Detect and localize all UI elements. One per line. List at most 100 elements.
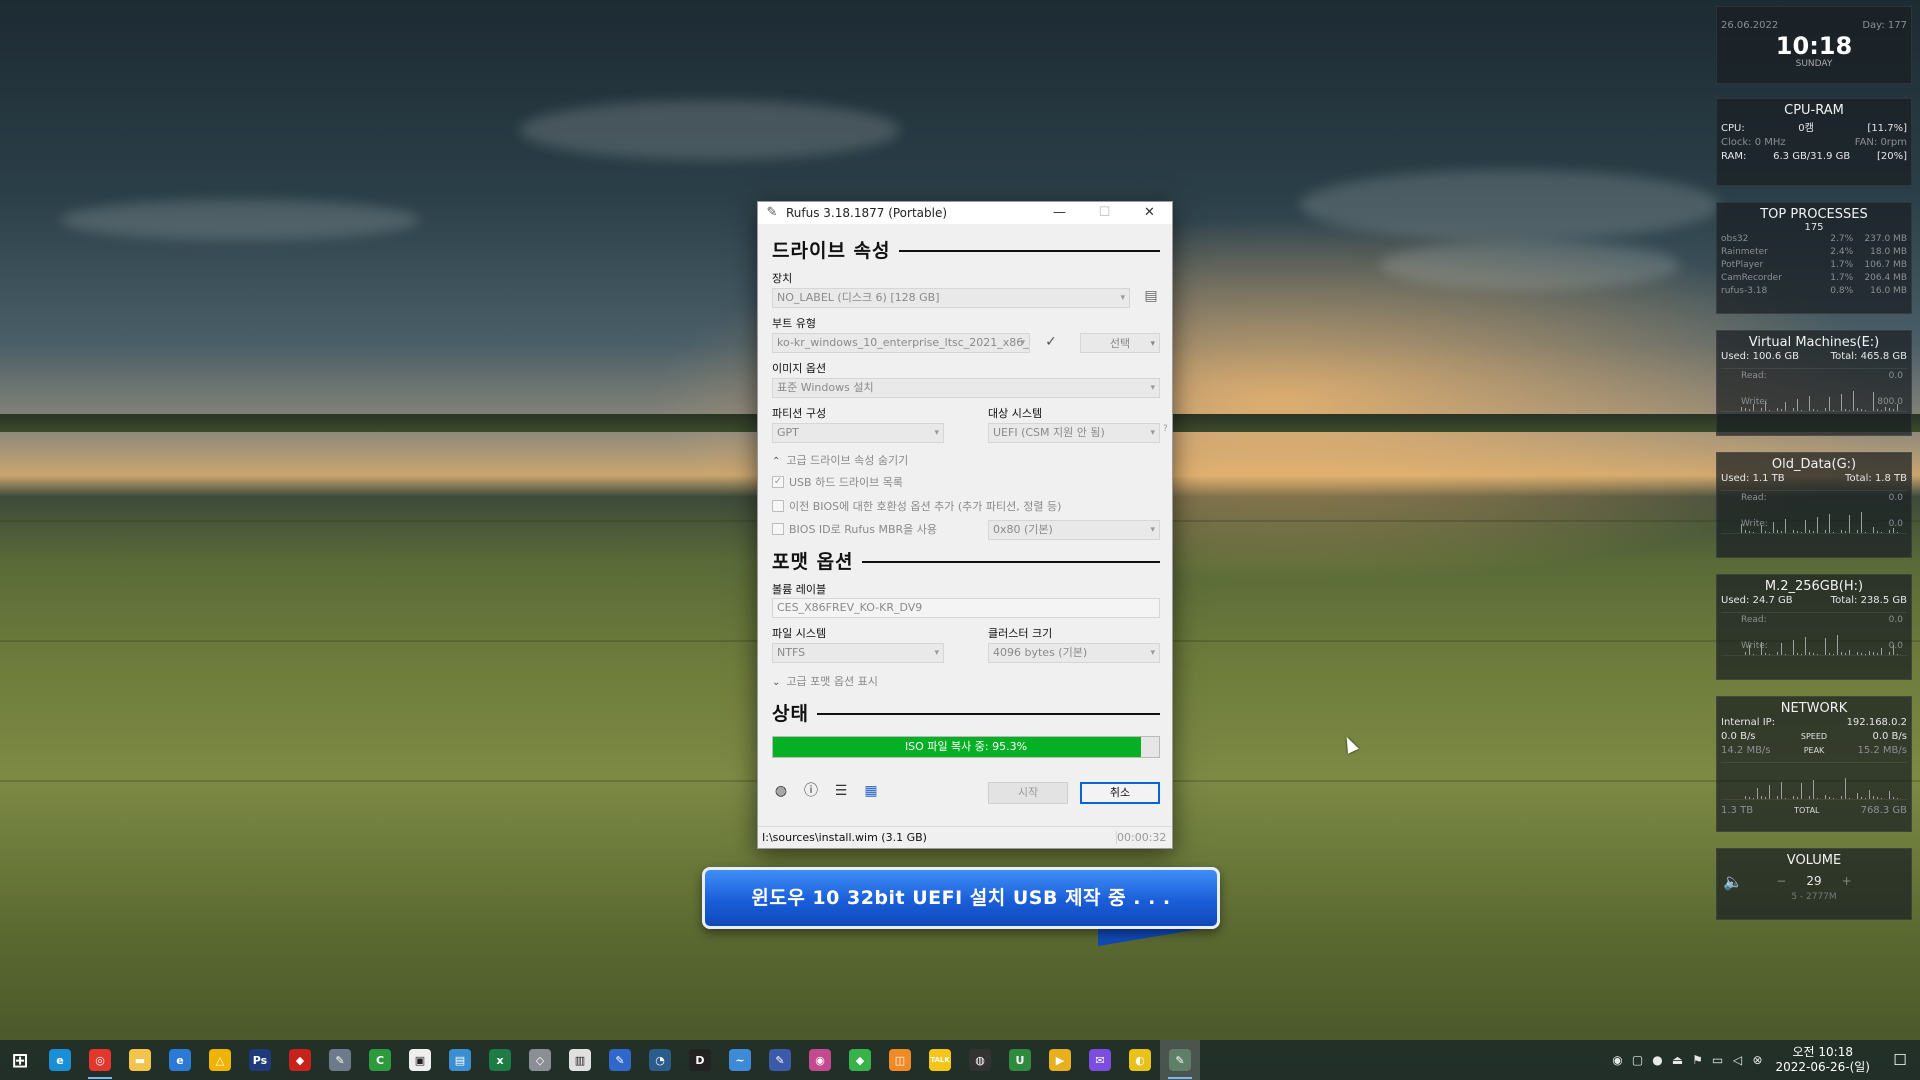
usb-hdd-label: USB 하드 드라이브 목록	[789, 476, 904, 489]
file-system-select[interactable]: NTFS ▾	[772, 643, 944, 663]
camtasia-taskbar-icon[interactable]: C	[360, 1040, 400, 1080]
info-icon[interactable]: ⓘ	[802, 782, 820, 800]
volume-tray-icon[interactable]: ◁	[1728, 1053, 1748, 1067]
process-mem: 206.4 MB	[1864, 273, 1907, 283]
activity-bar	[1745, 530, 1746, 533]
network-tray-icon[interactable]: ▭	[1708, 1053, 1728, 1067]
u-app-taskbar-icon[interactable]: U	[1000, 1040, 1040, 1080]
cancel-button[interactable]: 취소	[1080, 782, 1160, 804]
process-mem: 18.0 MB	[1870, 247, 1907, 257]
edge-taskbar-icon[interactable]: e	[40, 1040, 80, 1080]
activity-bar	[1861, 512, 1862, 533]
volume-down-button[interactable]: −	[1776, 874, 1786, 888]
pen-taskbar-icon[interactable]: ✎	[600, 1040, 640, 1080]
obs-tray-icon[interactable]: ◉	[1608, 1053, 1628, 1067]
format-section-title: 포맷 옵션	[772, 551, 854, 573]
note-taskbar-icon[interactable]: ▥	[560, 1040, 600, 1080]
explorer-icon: ▬	[129, 1049, 151, 1071]
tool1-taskbar-icon[interactable]: ✎	[320, 1040, 360, 1080]
volume-label-input[interactable]: CES_X86FREV_KO-KR_DV9	[772, 598, 1160, 618]
rufus-window[interactable]: ✎ Rufus 3.18.1877 (Portable) — ☐ ✕ 드라이브 …	[757, 201, 1173, 849]
boot-type-select[interactable]: ko-kr_windows_10_enterprise_ltsc_2021_x8…	[772, 333, 1030, 353]
mute-tray-icon[interactable]: ⊗	[1748, 1053, 1768, 1067]
editor-taskbar-icon[interactable]: ▣	[400, 1040, 440, 1080]
messenger-taskbar-icon[interactable]: ✉	[1080, 1040, 1120, 1080]
minimize-button[interactable]: —	[1037, 202, 1082, 224]
drop-tray-icon[interactable]: ●	[1648, 1053, 1668, 1067]
maximize-button[interactable]: ☐	[1082, 202, 1127, 224]
activity-bar	[1857, 408, 1858, 411]
wiz-taskbar-icon[interactable]: ◐	[1120, 1040, 1160, 1080]
adv-format-toggle[interactable]: ⌄ 고급 포맷 옵션 표시	[772, 673, 878, 689]
chrome-taskbar-icon[interactable]: ◎	[80, 1040, 120, 1080]
target-system-select[interactable]: UEFI (CSM 지원 안 됨) ▾	[988, 423, 1160, 443]
notification-icon[interactable]: ☐	[1880, 1051, 1920, 1069]
planet-taskbar-icon[interactable]: ◔	[640, 1040, 680, 1080]
kakaotalk-taskbar-icon[interactable]: TALK	[920, 1040, 960, 1080]
atom-taskbar-icon[interactable]: ◉	[800, 1040, 840, 1080]
activity-bar	[1845, 531, 1846, 533]
cpu-fan: FAN: 0rpm	[1854, 137, 1907, 148]
cluster-size-select[interactable]: 4096 bytes (기본) ▾	[988, 643, 1160, 663]
process-name: PotPlayer	[1721, 260, 1764, 270]
activity-bar	[1853, 391, 1854, 411]
globe-icon[interactable]: ◍	[772, 782, 790, 800]
target-help-link[interactable]: ?	[1163, 424, 1168, 434]
image-option-select[interactable]: 표준 Windows 설치 ▾	[772, 378, 1160, 398]
process-name: obs32	[1721, 234, 1749, 244]
activity-bar	[1825, 408, 1826, 411]
close-button[interactable]: ✕	[1127, 202, 1172, 224]
net-down-peak: 14.2 MB/s	[1721, 745, 1771, 756]
media-taskbar-icon[interactable]: ▤	[440, 1040, 480, 1080]
pens-icon: ✎	[769, 1049, 791, 1071]
volume-up-button[interactable]: +	[1842, 874, 1852, 888]
device-select[interactable]: NO_LABEL (디스크 6) [128 GB] ▾	[772, 288, 1130, 308]
usb-hdd-checkbox[interactable]: ✓ USB 하드 드라이브 목록	[772, 474, 903, 490]
settings-sliders-icon[interactable]: ☰	[832, 782, 850, 800]
partition-select[interactable]: GPT ▾	[772, 423, 944, 443]
excel-taskbar-icon[interactable]: x	[480, 1040, 520, 1080]
explorer-taskbar-icon[interactable]: ▬	[120, 1040, 160, 1080]
title-bar[interactable]: ✎ Rufus 3.18.1877 (Portable) — ☐ ✕	[758, 202, 1172, 224]
pens-taskbar-icon[interactable]: ✎	[760, 1040, 800, 1080]
usb-tray-icon[interactable]: ⏏	[1668, 1053, 1688, 1067]
taskbar-clock[interactable]: 오전 10:18 2022-06-26-(일)	[1776, 1045, 1870, 1075]
messenger-icon: ✉	[1089, 1049, 1111, 1071]
flag-tray-icon[interactable]: ⚑	[1688, 1053, 1708, 1067]
window-tray-icon[interactable]: ▢	[1628, 1053, 1648, 1067]
rufus-mbr-checkbox[interactable]: BIOS ID로 Rufus MBR을 사용	[772, 521, 937, 537]
daum-taskbar-icon[interactable]: △	[200, 1040, 240, 1080]
green-taskbar-icon[interactable]: ◆	[840, 1040, 880, 1080]
bios-compat-checkbox[interactable]: 이전 BIOS에 대한 호환성 옵션 추가 (추가 파티션, 정렬 등)	[772, 498, 1061, 514]
start-taskbar-icon[interactable]: ⊞	[0, 1040, 40, 1080]
wiz-icon: ◐	[1129, 1049, 1151, 1071]
ie-taskbar-icon[interactable]: e	[160, 1040, 200, 1080]
check-circle-icon[interactable]: ✓	[1042, 334, 1060, 352]
adv-drive-toggle-label: 고급 드라이브 속성 숨기기	[786, 454, 909, 467]
adv-drive-toggle[interactable]: ⌃ 고급 드라이브 속성 숨기기	[772, 452, 908, 468]
rufus-taskbar-icon[interactable]: ✎	[1160, 1040, 1200, 1080]
save-icon[interactable]: ▤	[1142, 288, 1160, 306]
speaker-icon[interactable]: 🔈	[1723, 872, 1743, 891]
activity-bar	[1857, 793, 1858, 799]
activity-bar	[1849, 515, 1850, 533]
photoshop-taskbar-icon[interactable]: Ps	[240, 1040, 280, 1080]
activity-bar	[1741, 524, 1742, 533]
usb-taskbar-icon[interactable]: ◇	[520, 1040, 560, 1080]
potplayer-taskbar-icon[interactable]: ▶	[1040, 1040, 1080, 1080]
select-button[interactable]: 선택 ▾	[1080, 333, 1160, 353]
disk-used: Used: 1.1 TB	[1721, 473, 1785, 484]
activity-bar	[1897, 798, 1898, 799]
start-button[interactable]: 시작	[988, 782, 1068, 804]
dash-taskbar-icon[interactable]: D	[680, 1040, 720, 1080]
process-row: PotPlayer 1.7% 106.7 MB	[1717, 259, 1911, 272]
fish-taskbar-icon[interactable]: ~	[720, 1040, 760, 1080]
bios-id-select[interactable]: 0x80 (기본) ▾	[988, 520, 1160, 540]
sky-cloud	[1380, 240, 1680, 290]
box-taskbar-icon[interactable]: ◫	[880, 1040, 920, 1080]
acrobat-taskbar-icon[interactable]: ◆	[280, 1040, 320, 1080]
target-system-value: UEFI (CSM 지원 안 됨)	[993, 426, 1105, 439]
process-cpu: 0.8%	[1830, 286, 1854, 296]
obs-taskbar-icon[interactable]: ◍	[960, 1040, 1000, 1080]
log-icon[interactable]: ▦	[862, 782, 880, 800]
